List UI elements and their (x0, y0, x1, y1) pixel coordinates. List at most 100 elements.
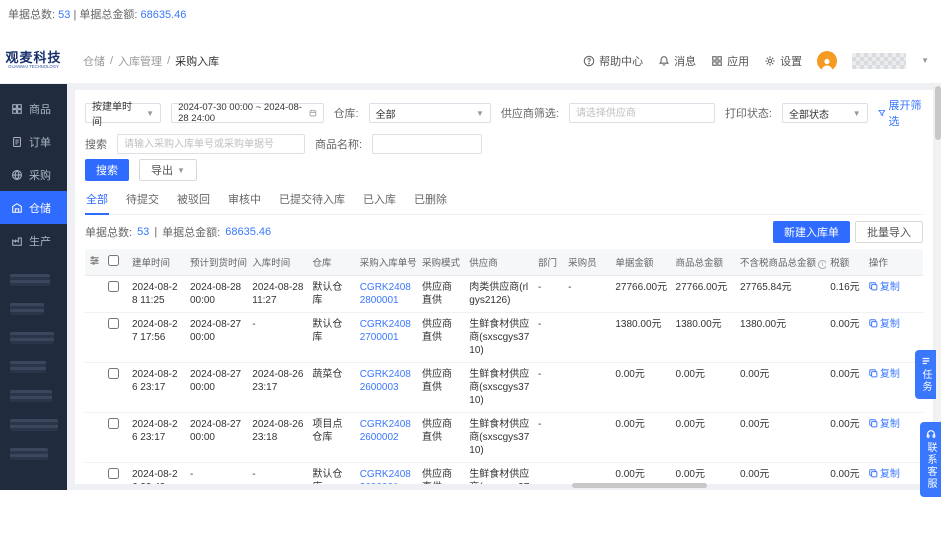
sidebar-item-redacted[interactable] (10, 390, 52, 402)
cell-expected-time: 2024-08-27 00:00 (186, 363, 248, 413)
print-status-value: 全部状态 (789, 106, 829, 121)
horizontal-scrollbar[interactable] (572, 483, 707, 488)
column-header-actions: 操作 (865, 249, 923, 276)
breadcrumb-current: 采购入库 (175, 53, 219, 69)
messages-button[interactable]: 消息 (658, 53, 696, 69)
new-inbound-order-button[interactable]: 新建入库单 (773, 221, 850, 243)
table-row: 2024-08-28 11:25 2024-08-28 00:00 2024-0… (85, 276, 923, 313)
cell-expected-time: 2024-08-27 00:00 (186, 413, 248, 463)
date-range-value: 2024-07-30 00:00 ~ 2024-08-28 24:00 (178, 102, 304, 124)
row-checkbox[interactable] (108, 368, 119, 379)
sidebar-item-redacted[interactable] (10, 303, 44, 315)
tasks-icon (921, 356, 931, 366)
chevron-down-icon[interactable]: ▼ (921, 56, 929, 65)
sidebar-item-redacted[interactable] (10, 332, 54, 344)
breadcrumb-inbound-mgmt[interactable]: 入库管理 (118, 53, 162, 69)
cell-created-time: 2024-08-27 17:56 (128, 313, 186, 363)
sidebar-item-redacted[interactable] (10, 448, 48, 460)
date-range-input[interactable]: 2024-07-30 00:00 ~ 2024-08-28 24:00 (171, 103, 323, 123)
select-all-checkbox[interactable] (108, 255, 119, 266)
copy-icon (869, 419, 878, 428)
apps-button[interactable]: 应用 (711, 53, 749, 69)
row-checkbox[interactable] (108, 418, 119, 429)
header-actions: 帮助中心 消息 应用 设置 ▼ (583, 51, 941, 71)
product-name-input[interactable] (372, 134, 482, 154)
cell-warehouse: 默认仓库 (308, 276, 355, 313)
inbound-order-link[interactable]: CGRK24082800001 (356, 276, 418, 313)
status-tab-1[interactable]: 待提交 (125, 186, 160, 214)
cell-purchase-mode: 供应商直供 (418, 276, 465, 313)
search-button[interactable]: 搜索 (85, 159, 129, 181)
sidebar-item-purchasing[interactable]: 采购 (0, 158, 67, 191)
expand-filters-label: 展开筛选 (888, 97, 923, 129)
inbound-order-link[interactable]: CGRK24082600003 (356, 363, 418, 413)
batch-import-button[interactable]: 批量导入 (855, 221, 923, 243)
expand-filters-button[interactable]: 展开筛选 (878, 97, 923, 129)
sidebar-label-warehouse: 仓储 (29, 200, 51, 216)
scrollbar-thumb[interactable] (935, 86, 941, 140)
row-checkbox[interactable] (108, 468, 119, 479)
cell-buyer (564, 313, 611, 363)
print-status-label: 打印状态: (725, 105, 772, 121)
cell-created-time: 2024-08-28 11:25 (128, 276, 186, 313)
status-tab-4[interactable]: 已提交待入库 (278, 186, 346, 214)
sidebar-item-warehouse[interactable]: 仓储 (0, 191, 67, 224)
settings-label: 设置 (780, 53, 802, 69)
supplier-filter-input[interactable] (569, 103, 715, 123)
copy-button[interactable]: 复制 (880, 469, 900, 480)
tasks-floating-button[interactable]: 任务 (915, 350, 936, 399)
copy-button[interactable]: 复制 (880, 369, 900, 380)
copy-button[interactable]: 复制 (880, 419, 900, 430)
status-tab-0[interactable]: 全部 (85, 186, 109, 215)
info-icon[interactable]: i (818, 260, 826, 269)
cell-checkbox (104, 363, 128, 413)
copy-button[interactable]: 复制 (880, 319, 900, 330)
column-header-dept: 部门 (534, 249, 564, 276)
top-docs-label: 单据总数: (8, 9, 55, 21)
cell-department: - (534, 276, 564, 313)
breadcrumb-warehouse[interactable]: 仓储 (83, 53, 105, 69)
headset-icon (926, 429, 936, 439)
top-summary: 单据总数: 53 | 单据总金额: 68635.46 (8, 6, 186, 22)
copy-button[interactable]: 复制 (880, 282, 900, 293)
inbound-order-link[interactable]: CGRK24082600001 (356, 463, 418, 485)
row-checkbox[interactable] (108, 318, 119, 329)
cell-checkbox (104, 413, 128, 463)
sidebar-item-redacted[interactable] (10, 419, 58, 431)
sidebar-item-orders[interactable]: 订单 (0, 125, 67, 158)
warehouse-select[interactable]: 全部 ▼ (369, 103, 491, 123)
export-button[interactable]: 导出 ▼ (139, 159, 197, 181)
sidebar-label-orders: 订单 (29, 134, 51, 150)
sidebar-item-redacted[interactable] (10, 274, 50, 286)
cell-goods-amount: 27766.00元 (672, 276, 736, 313)
status-tab-5[interactable]: 已入库 (362, 186, 397, 214)
order-search-input[interactable] (117, 134, 305, 154)
docs-count-value: 53 (137, 226, 149, 238)
contact-support-button[interactable]: 联系客服 (920, 422, 941, 497)
sidebar-item-redacted[interactable] (10, 361, 46, 373)
avatar[interactable] (817, 51, 837, 71)
summary-divider: | (154, 226, 157, 238)
cell-created-time: 2024-08-26 23:17 (128, 413, 186, 463)
inbound-order-link[interactable]: CGRK24082600002 (356, 413, 418, 463)
cell-expected-time: 2024-08-27 00:00 (186, 313, 248, 363)
status-tab-6[interactable]: 已删除 (413, 186, 448, 214)
status-tab-2[interactable]: 被驳回 (176, 186, 211, 214)
row-checkbox[interactable] (108, 281, 119, 292)
export-label: 导出 (151, 162, 173, 178)
status-tab-3[interactable]: 审核中 (227, 186, 262, 214)
chevron-down-icon: ▼ (146, 109, 154, 118)
total-amount-value: 68635.46 (225, 226, 271, 238)
column-settings-icon[interactable] (85, 249, 104, 276)
sidebar-item-products[interactable]: 商品 (0, 92, 67, 125)
help-center-button[interactable]: 帮助中心 (583, 53, 643, 69)
time-type-select[interactable]: 按建单时间 ▼ (85, 103, 161, 123)
supplier-filter-label: 供应商筛选: (501, 105, 559, 121)
sidebar-item-production[interactable]: 生产 (0, 224, 67, 257)
docs-count-label: 单据总数: (85, 224, 132, 240)
inbound-order-link[interactable]: CGRK24082700001 (356, 313, 418, 363)
cell-settings (85, 313, 104, 363)
cell-notax-amount: 0.00元 (736, 463, 826, 485)
print-status-select[interactable]: 全部状态 ▼ (782, 103, 868, 123)
settings-button[interactable]: 设置 (764, 53, 802, 69)
